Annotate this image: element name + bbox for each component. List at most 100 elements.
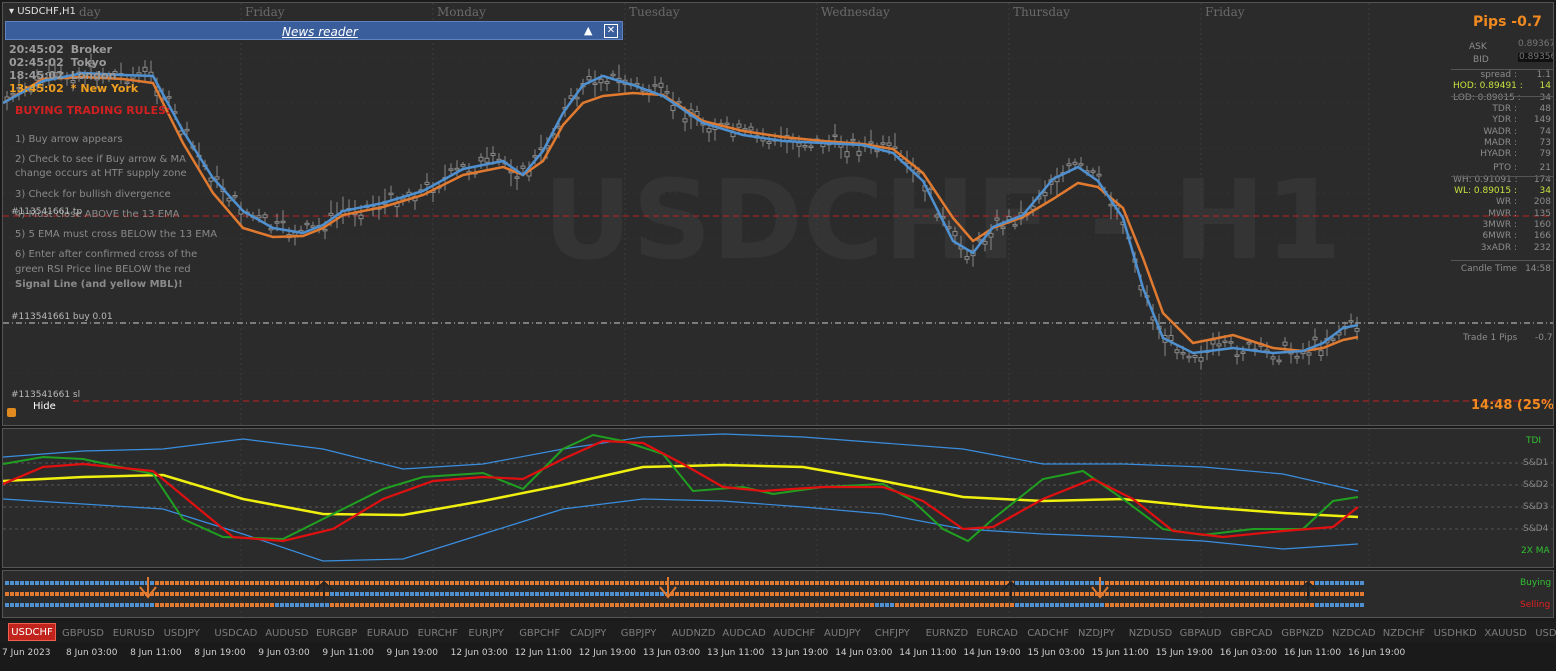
candle-body: [982, 241, 988, 245]
signal-dot: [575, 603, 579, 607]
signal-dot: [1220, 581, 1224, 585]
signal-pane[interactable]: Buying Selling: [2, 570, 1554, 618]
signal-dot: [790, 592, 794, 596]
signal-dot: [1025, 592, 1029, 596]
symbol-tab[interactable]: NZDCHF: [1383, 628, 1425, 639]
collapse-icon[interactable]: ▲: [584, 24, 592, 37]
signal-dot: [1335, 581, 1339, 585]
symbol-tab[interactable]: EURCAD: [976, 628, 1018, 639]
signal-dot: [1015, 592, 1019, 596]
signal-dot: [25, 603, 29, 607]
symbol-tab[interactable]: AUDNZD: [672, 628, 716, 639]
symbol-tab[interactable]: CADCHF: [1027, 628, 1069, 639]
signal-dot: [300, 592, 304, 596]
symbol-tab[interactable]: XAUUSD: [1484, 628, 1526, 639]
symbol-tab[interactable]: GBPCHF: [519, 628, 560, 639]
symbol-tab[interactable]: GBPUSD: [62, 628, 104, 639]
symbol-tab[interactable]: GBPNZD: [1281, 628, 1324, 639]
symbol-tab-active[interactable]: USDCHF: [8, 623, 56, 641]
symbol-tab[interactable]: EURUSD: [113, 628, 155, 639]
symbol-tab[interactable]: GBPCAD: [1230, 628, 1272, 639]
signal-dot: [480, 581, 484, 585]
signal-dot: [1115, 603, 1119, 607]
candle-body: [1210, 339, 1216, 345]
symbol-tab[interactable]: USDJPY: [164, 628, 200, 639]
rule-line: 3) Check for bullish divergence: [15, 189, 171, 200]
signal-dot: [965, 603, 969, 607]
symbol-tab[interactable]: AUDUSD: [265, 628, 308, 639]
signal-dot: [375, 603, 379, 607]
signal-dot: [170, 592, 174, 596]
symbol-tab[interactable]: EURCHF: [418, 628, 458, 639]
symbol-tab[interactable]: NZDCAD: [1332, 628, 1376, 639]
symbol-tab[interactable]: EURGBP: [316, 628, 357, 639]
signal-dot: [300, 603, 304, 607]
symbol-tab[interactable]: EURJPY: [468, 628, 503, 639]
signal-dot: [10, 603, 14, 607]
symbol-tab[interactable]: CADJPY: [570, 628, 606, 639]
symbol-tab[interactable]: GBPJPY: [621, 628, 657, 639]
signal-dot: [710, 603, 714, 607]
symbol-tab[interactable]: AUDCHF: [773, 628, 815, 639]
symbol-tab[interactable]: USDCAD: [214, 628, 257, 639]
symbol-tab[interactable]: USDS: [1535, 628, 1556, 639]
signal-dot: [395, 592, 399, 596]
divider: [1451, 69, 1553, 70]
signal-dot: [725, 603, 729, 607]
signal-dot: [700, 592, 704, 596]
signal-dot: [650, 581, 654, 585]
symbol-tab[interactable]: USDHKD: [1434, 628, 1477, 639]
candle-body: [844, 151, 850, 158]
signal-dot: [700, 603, 704, 607]
signal-dot: [1310, 603, 1314, 607]
signal-dot: [110, 581, 114, 585]
hide-button[interactable]: Hide: [33, 402, 56, 412]
main-chart-pane[interactable]: USDCHF - H1 ▾ USDCHF,H1 day Friday Monda…: [2, 2, 1554, 426]
news-reader-bar[interactable]: News reader ▲ ✕: [5, 21, 623, 40]
candle-body: [586, 76, 592, 81]
signal-dot: [800, 603, 804, 607]
signal-dot: [955, 592, 959, 596]
symbol-tab[interactable]: NZDJPY: [1078, 628, 1115, 639]
time-label: 16 Jun 11:00: [1283, 648, 1342, 658]
signal-dot: [830, 592, 834, 596]
signal-dot: [580, 592, 584, 596]
signal-dot: [970, 592, 974, 596]
close-icon[interactable]: ✕: [604, 24, 618, 38]
signal-dot: [745, 603, 749, 607]
signal-dot: [665, 603, 669, 607]
signal-dot: [80, 581, 84, 585]
time-label: 15 Jun 19:00: [1155, 648, 1213, 658]
symbol-tab[interactable]: EURAUD: [367, 628, 409, 639]
candle-body: [388, 192, 394, 196]
symbol-tab[interactable]: GBPAUD: [1180, 628, 1222, 639]
signal-dot: [840, 592, 844, 596]
symbol-tab[interactable]: NZDUSD: [1129, 628, 1172, 639]
ask-label: ASK: [1469, 42, 1487, 52]
signal-dot: [60, 603, 64, 607]
symbol-tab[interactable]: EURNZD: [926, 628, 969, 639]
signal-dot: [1245, 592, 1249, 596]
signal-dot: [205, 592, 209, 596]
signal-dot: [1085, 592, 1089, 596]
signal-dot: [815, 581, 819, 585]
signal-dot: [765, 603, 769, 607]
signal-dot: [1180, 603, 1184, 607]
signal-dot: [420, 592, 424, 596]
hide-toggle-icon[interactable]: [7, 408, 16, 417]
signal-dot: [260, 581, 264, 585]
news-reader-title[interactable]: News reader: [282, 25, 358, 39]
tdi-indicator-pane[interactable]: TDI S&D1 S&D2 S&D3 S&D4 2X MA: [2, 428, 1554, 568]
signal-dot: [805, 592, 809, 596]
signal-dot: [650, 592, 654, 596]
signal-dot: [630, 581, 634, 585]
signal-dot: [35, 603, 39, 607]
signal-dot: [215, 581, 219, 585]
symbol-tab[interactable]: AUDCAD: [722, 628, 765, 639]
time-label: 15 Jun 11:00: [1091, 648, 1149, 658]
symbol-tab[interactable]: AUDJPY: [824, 628, 861, 639]
signal-dot: [160, 581, 164, 585]
symbol-tab[interactable]: CHFJPY: [875, 628, 910, 639]
signal-dot: [925, 603, 929, 607]
signal-dot: [935, 581, 939, 585]
